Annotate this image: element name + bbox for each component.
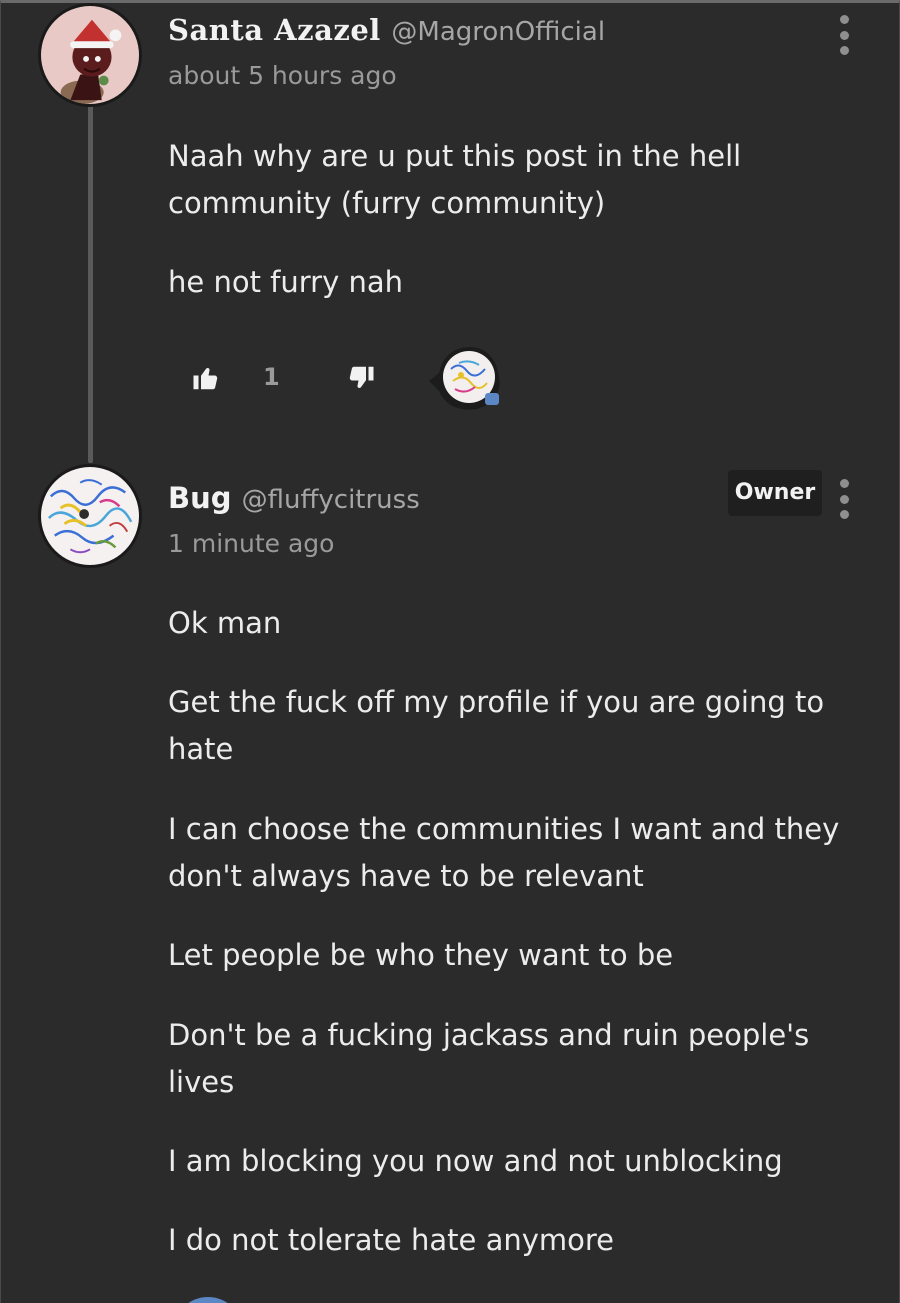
comment-paragraph: I am blocking you now and not unblocking [168, 1144, 783, 1178]
comment-paragraph: Naah why are u put this post in the hell… [168, 139, 742, 220]
owner-badge: Owner [728, 470, 822, 516]
next-avatar-peek[interactable] [173, 1297, 243, 1303]
comment-timestamp: 1 minute ago [168, 529, 335, 558]
author-handle[interactable]: @MagronOfficial [391, 17, 605, 47]
avatar-bug[interactable] [38, 464, 142, 568]
comment-paragraph: I do not tolerate hate anymore [168, 1223, 615, 1257]
author-name-text[interactable]: Bug [168, 481, 232, 515]
thread-connector-line [88, 101, 93, 463]
thumbs-up-icon[interactable] [191, 363, 221, 393]
comment-paragraph: he not furry nah [168, 265, 403, 299]
comment-paragraph: Ok man [168, 606, 282, 640]
kebab-menu-icon[interactable] [837, 479, 851, 519]
reply-bubble-icon[interactable] [429, 347, 501, 411]
reply-avatar-preview [429, 347, 500, 410]
comment-paragraph: Let people be who they want to be [168, 938, 674, 972]
comment-thread: Santa Azazel @MagronOfficial about 5 hou… [0, 0, 900, 1303]
comment-paragraph: I can choose the communities I want and … [168, 812, 840, 893]
author-name-text[interactable]: Santa Azazel [168, 13, 381, 47]
comment-timestamp: about 5 hours ago [168, 61, 397, 90]
author-name[interactable]: Santa Azazel @MagronOfficial [168, 13, 605, 47]
like-count: 1 [263, 363, 280, 391]
comment-paragraph: Get the fuck off my profile if you are g… [168, 685, 825, 766]
avatar-image [41, 467, 139, 565]
avatar-image [41, 6, 139, 104]
comment-paragraph: Don't be a fucking jackass and ruin peop… [168, 1018, 810, 1099]
kebab-menu-icon[interactable] [837, 15, 851, 55]
author-name[interactable]: Bug @fluffycitruss [168, 481, 420, 515]
author-handle[interactable]: @fluffycitruss [242, 485, 420, 515]
avatar-santa-azazel[interactable] [38, 3, 142, 107]
thumbs-down-icon[interactable] [346, 363, 376, 393]
